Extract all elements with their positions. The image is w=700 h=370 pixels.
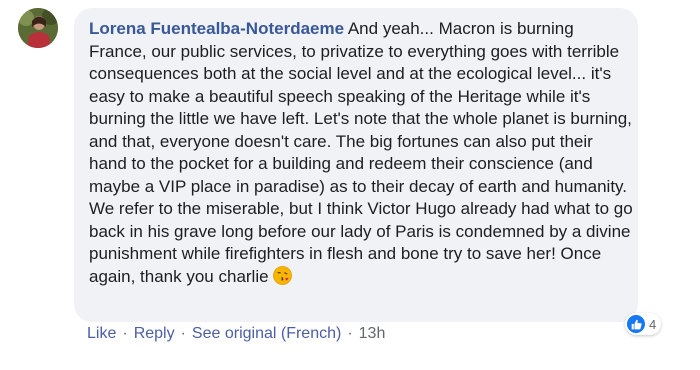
- separator-dot: ·: [180, 325, 186, 342]
- avatar[interactable]: [18, 8, 58, 48]
- comment-bubble: Lorena Fuentealba-Noterdaeme And yeah...…: [74, 8, 638, 322]
- kissing-face-icon: [272, 265, 292, 285]
- separator-dot: ·: [122, 325, 128, 342]
- reaction-count-value: 4: [649, 316, 657, 332]
- see-original-link[interactable]: See original (French): [192, 325, 341, 343]
- separator-dot: ·: [347, 325, 353, 342]
- comment-body: Lorena Fuentealba-Noterdaeme And yeah...…: [89, 18, 635, 288]
- comment-text: And yeah... Macron is burning France, ou…: [89, 19, 633, 286]
- author-name[interactable]: Lorena Fuentealba-Noterdaeme: [89, 19, 344, 38]
- like-button[interactable]: Like: [87, 325, 116, 343]
- reaction-count[interactable]: 4: [625, 313, 662, 335]
- timestamp[interactable]: 13h: [359, 325, 386, 343]
- comment-actions: Like · Reply · See original (French) · 1…: [87, 325, 385, 343]
- like-icon: [627, 315, 645, 333]
- reply-button[interactable]: Reply: [134, 325, 175, 343]
